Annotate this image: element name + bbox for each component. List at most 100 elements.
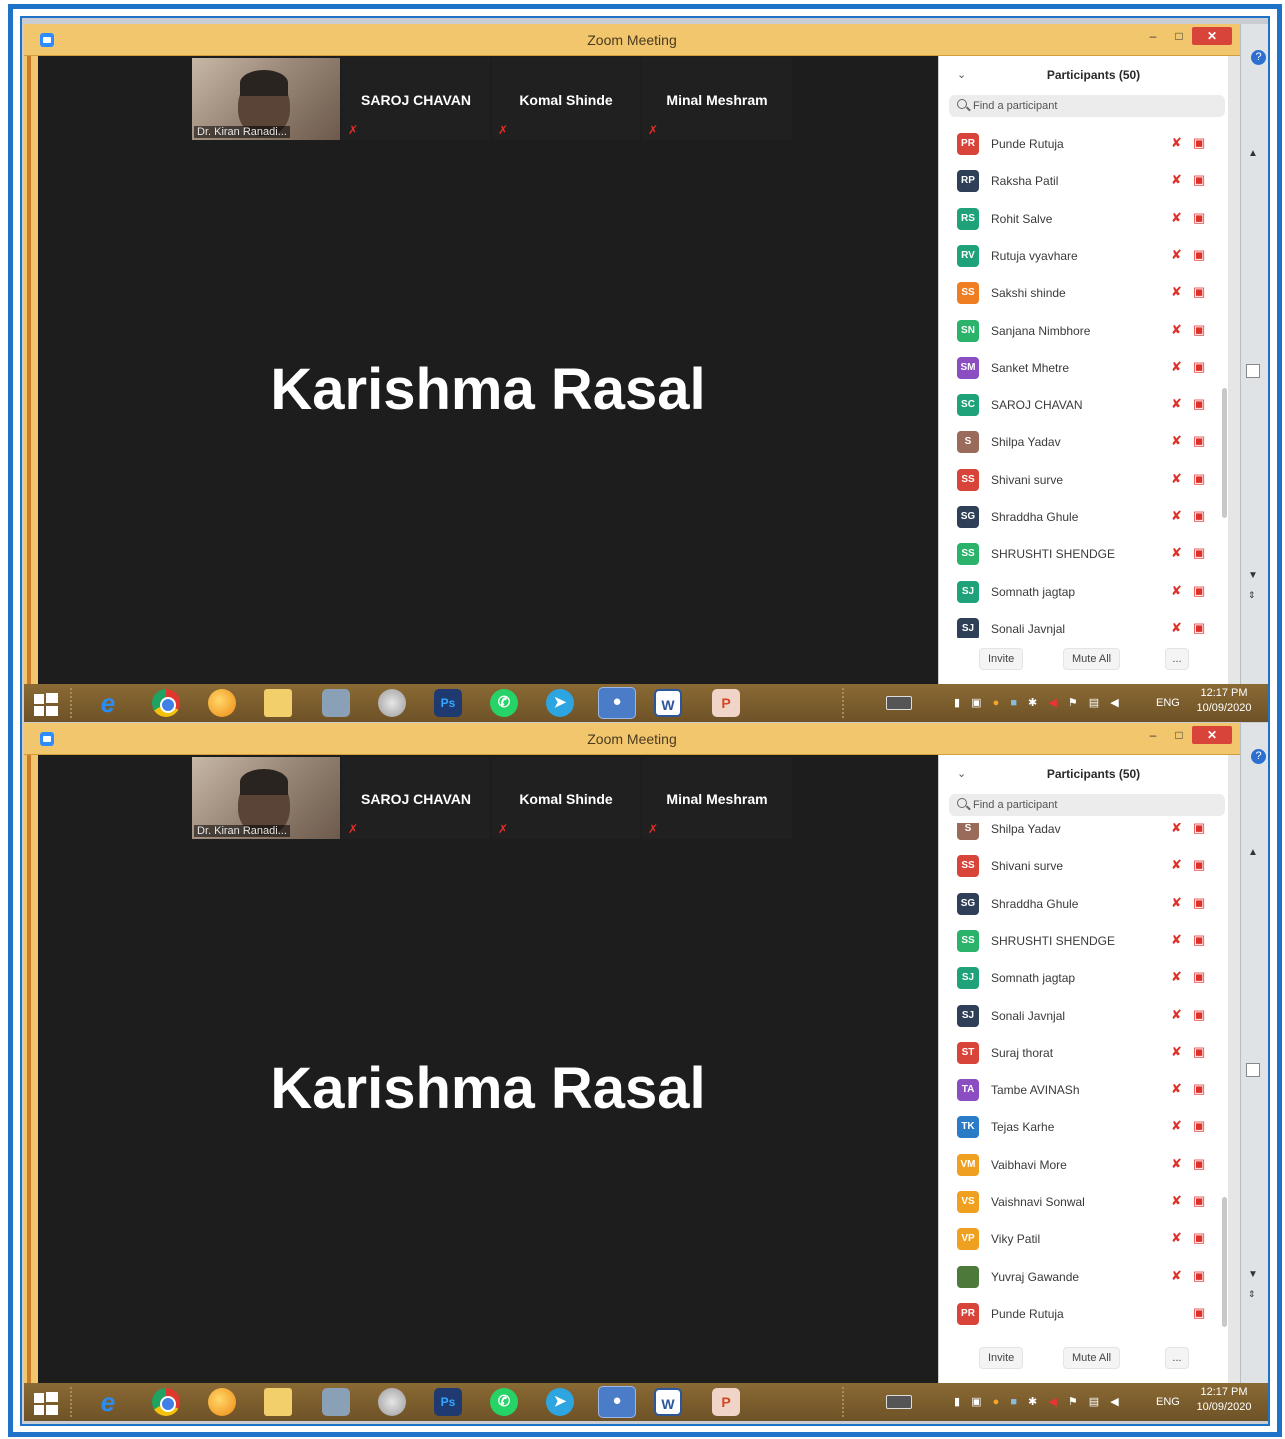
list-scrollbar[interactable] [1222,827,1227,1337]
tray-app2-icon[interactable]: ■ [1010,697,1017,709]
more-button[interactable]: ... [1165,1347,1189,1369]
page-icon[interactable] [1246,364,1260,378]
media-app-icon[interactable] [208,689,236,717]
page-nav-icon[interactable]: ⇕ [1248,1289,1256,1300]
calculator-icon[interactable] [322,689,350,717]
mic-muted-icon[interactable]: ✘ [1171,1044,1182,1060]
internet-explorer-icon[interactable]: e [94,689,122,717]
video-off-icon[interactable]: ▣ [1193,172,1205,188]
tray-sun-icon[interactable]: ● [993,697,1000,709]
participant-row[interactable]: SS Shivani surve ✘ ▣ [939,462,1221,499]
video-off-icon[interactable]: ▣ [1193,471,1205,487]
video-off-icon[interactable]: ▣ [1193,396,1205,412]
zoom-taskbar-icon[interactable]: ● [598,1386,636,1418]
participant-row[interactable]: RP Raksha Patil ✘ ▣ [939,163,1221,200]
signal-icon[interactable]: ▤ [1089,697,1099,709]
video-off-icon[interactable]: ▣ [1193,932,1205,948]
video-thumbnail[interactable]: Dr. Kiran Ranadi... [192,757,340,839]
mic-muted-icon[interactable]: ✘ [1171,545,1182,561]
mic-muted-icon[interactable]: ✘ [1171,583,1182,599]
mic-muted-icon[interactable]: ✘ [1171,969,1182,985]
video-off-icon[interactable]: ▣ [1193,1268,1205,1284]
mic-muted-icon[interactable]: ✘ [1171,1193,1182,1209]
mic-muted-icon[interactable]: ✘ [1171,172,1182,188]
mic-muted-icon[interactable]: ✘ [1171,932,1182,948]
participant-row[interactable]: VP Viky Patil ✘ ▣ [939,1221,1221,1258]
participant-row[interactable]: VS Vaishnavi Sonwal ✘ ▣ [939,1184,1221,1221]
keyboard-icon[interactable] [886,696,912,710]
video-off-icon[interactable]: ▣ [1193,620,1205,636]
participant-row[interactable]: S Shilpa Yadav ✘ ▣ [939,424,1221,461]
participant-row[interactable]: S Shilpa Yadav ✘ ▣ [939,823,1221,848]
maximize-button[interactable]: □ [1166,27,1192,45]
word-icon[interactable]: W [654,689,682,717]
calculator-icon[interactable] [322,1388,350,1416]
speaker-icon[interactable]: ◀ [1110,1396,1118,1408]
search-input[interactable] [973,98,1213,114]
telegram-icon[interactable]: ➤ [546,1388,574,1416]
search-input[interactable] [973,797,1213,813]
video-off-icon[interactable]: ▣ [1193,210,1205,226]
participant-row[interactable]: SJ Somnath jagtap ✘ ▣ [939,960,1221,997]
participant-row[interactable]: SJ Sonali Javnjal ✘ ▣ [939,611,1221,638]
minimize-button[interactable]: – [1140,726,1166,744]
telegram-icon[interactable]: ➤ [546,689,574,717]
powerpoint-icon[interactable]: P [712,1388,740,1416]
video-off-icon[interactable]: ▣ [1193,1044,1205,1060]
scrollbar-thumb[interactable] [1222,1197,1227,1327]
volume-muted-icon[interactable]: ◀ [1048,1396,1056,1408]
video-off-icon[interactable]: ▣ [1193,1007,1205,1023]
mic-muted-icon[interactable]: ✘ [1171,396,1182,412]
photoshop-icon[interactable]: Ps [434,1388,462,1416]
bluetooth-icon[interactable]: ✱ [1028,1396,1037,1408]
zoom-taskbar-icon[interactable]: ● [598,687,636,719]
chrome-icon[interactable] [152,1388,180,1416]
maximize-button[interactable]: □ [1166,726,1192,744]
mic-muted-icon[interactable]: ✘ [1171,620,1182,636]
video-off-icon[interactable]: ▣ [1193,508,1205,524]
page-icon[interactable] [1246,1063,1260,1077]
close-button[interactable]: ✕ [1192,27,1232,45]
participant-row[interactable]: SN Sanjana Nimbhore ✘ ▣ [939,313,1221,350]
volume-muted-icon[interactable]: ◀ [1048,697,1056,709]
word-icon[interactable]: W [654,1388,682,1416]
chrome-icon[interactable] [152,689,180,717]
video-off-icon[interactable]: ▣ [1193,1305,1205,1321]
paint-icon[interactable] [378,689,406,717]
windows-start-icon[interactable] [32,689,60,717]
participant-row[interactable]: SM Sanket Mhetre ✘ ▣ [939,350,1221,387]
mic-muted-icon[interactable]: ✘ [1171,471,1182,487]
mute-all-button[interactable]: Mute All [1063,1347,1121,1369]
video-off-icon[interactable]: ▣ [1193,1156,1205,1172]
mic-muted-icon[interactable]: ✘ [1171,1156,1182,1172]
participant-row[interactable]: RV Rutuja vyavhare ✘ ▣ [939,238,1221,275]
scrollbar-thumb[interactable] [1222,388,1227,518]
mute-all-button[interactable]: Mute All [1063,648,1121,670]
participant-row[interactable]: SS Shivani surve ✘ ▣ [939,848,1221,885]
mic-muted-icon[interactable]: ✘ [1171,1118,1182,1134]
video-off-icon[interactable]: ▣ [1193,857,1205,873]
video-off-icon[interactable]: ▣ [1193,583,1205,599]
video-off-icon[interactable]: ▣ [1193,1193,1205,1209]
mic-muted-icon[interactable]: ✘ [1171,210,1182,226]
signal-icon[interactable]: ▤ [1089,1396,1099,1408]
video-thumbnail[interactable]: SAROJ CHAVAN ✗ [342,757,490,839]
taskbar-clock[interactable]: 12:17 PM 10/09/2020 [1192,686,1256,716]
participant-row[interactable]: RS Rohit Salve ✘ ▣ [939,201,1221,238]
media-app-icon[interactable] [208,1388,236,1416]
participant-row[interactable]: Yuvraj Gawande ✘ ▣ [939,1259,1221,1296]
scroll-up-icon[interactable]: ▲ [1248,148,1258,159]
whatsapp-icon[interactable]: ✆ [490,689,518,717]
video-off-icon[interactable]: ▣ [1193,545,1205,561]
mic-muted-icon[interactable]: ✘ [1171,1007,1182,1023]
minimize-button[interactable]: – [1140,27,1166,45]
scroll-down-icon[interactable]: ▼ [1248,1269,1258,1280]
participant-row[interactable]: PR Punde Rutuja ✘ ▣ [939,126,1221,163]
mic-muted-icon[interactable]: ✘ [1171,1230,1182,1246]
video-off-icon[interactable]: ▣ [1193,1081,1205,1097]
video-thumbnail[interactable]: Komal Shinde ✗ [492,757,640,839]
mic-muted-icon[interactable]: ✘ [1171,135,1182,151]
windows-start-icon[interactable] [32,1388,60,1416]
scroll-up-icon[interactable]: ▲ [1248,847,1258,858]
video-thumbnail[interactable]: Komal Shinde ✗ [492,58,640,140]
